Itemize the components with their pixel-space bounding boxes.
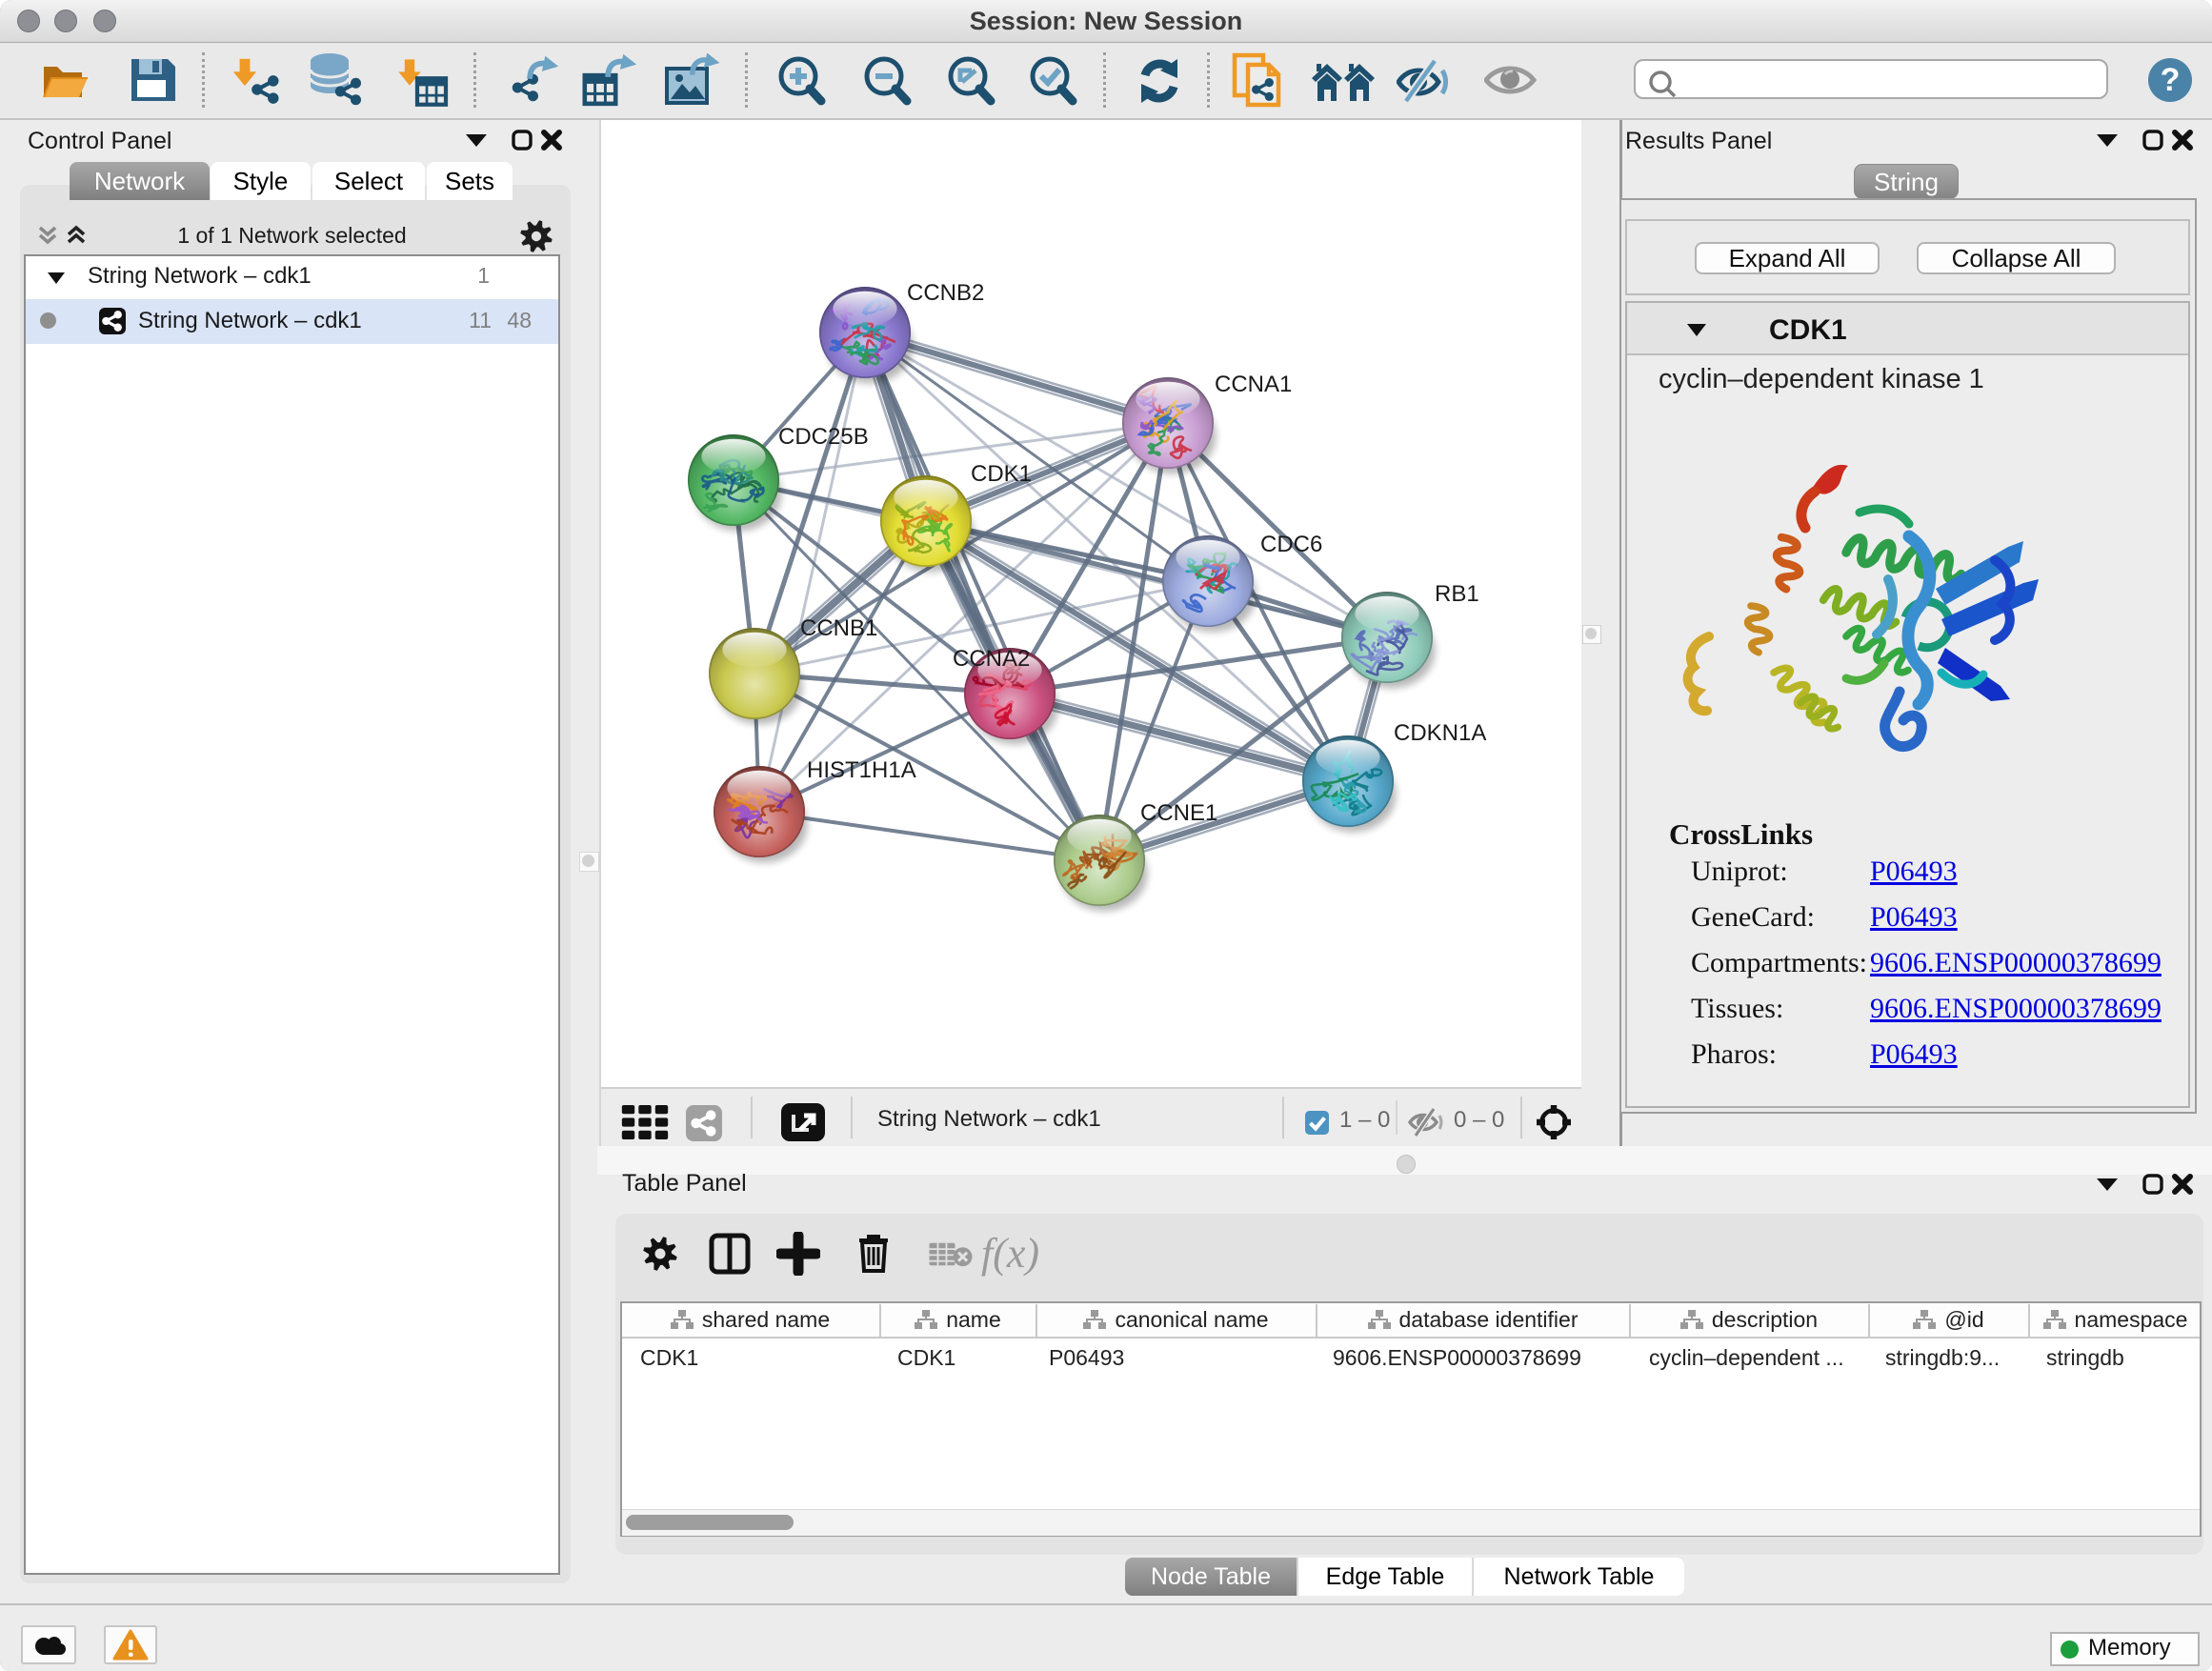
svg-text:CDC25B: CDC25B xyxy=(778,424,869,450)
svg-text:RB1: RB1 xyxy=(1435,581,1479,607)
svg-text:CCNE1: CCNE1 xyxy=(1140,800,1217,826)
svg-text:CDC6: CDC6 xyxy=(1260,532,1322,557)
svg-text:CCNA1: CCNA1 xyxy=(1215,372,1292,397)
svg-text:CDKN1A: CDKN1A xyxy=(1394,720,1486,746)
svg-text:CDK1: CDK1 xyxy=(971,461,1032,487)
svg-text:HIST1H1A: HIST1H1A xyxy=(807,757,916,783)
svg-text:CCNB2: CCNB2 xyxy=(907,280,984,306)
svg-text:CCNA2: CCNA2 xyxy=(953,646,1030,672)
svg-text:CCNB1: CCNB1 xyxy=(800,615,877,641)
